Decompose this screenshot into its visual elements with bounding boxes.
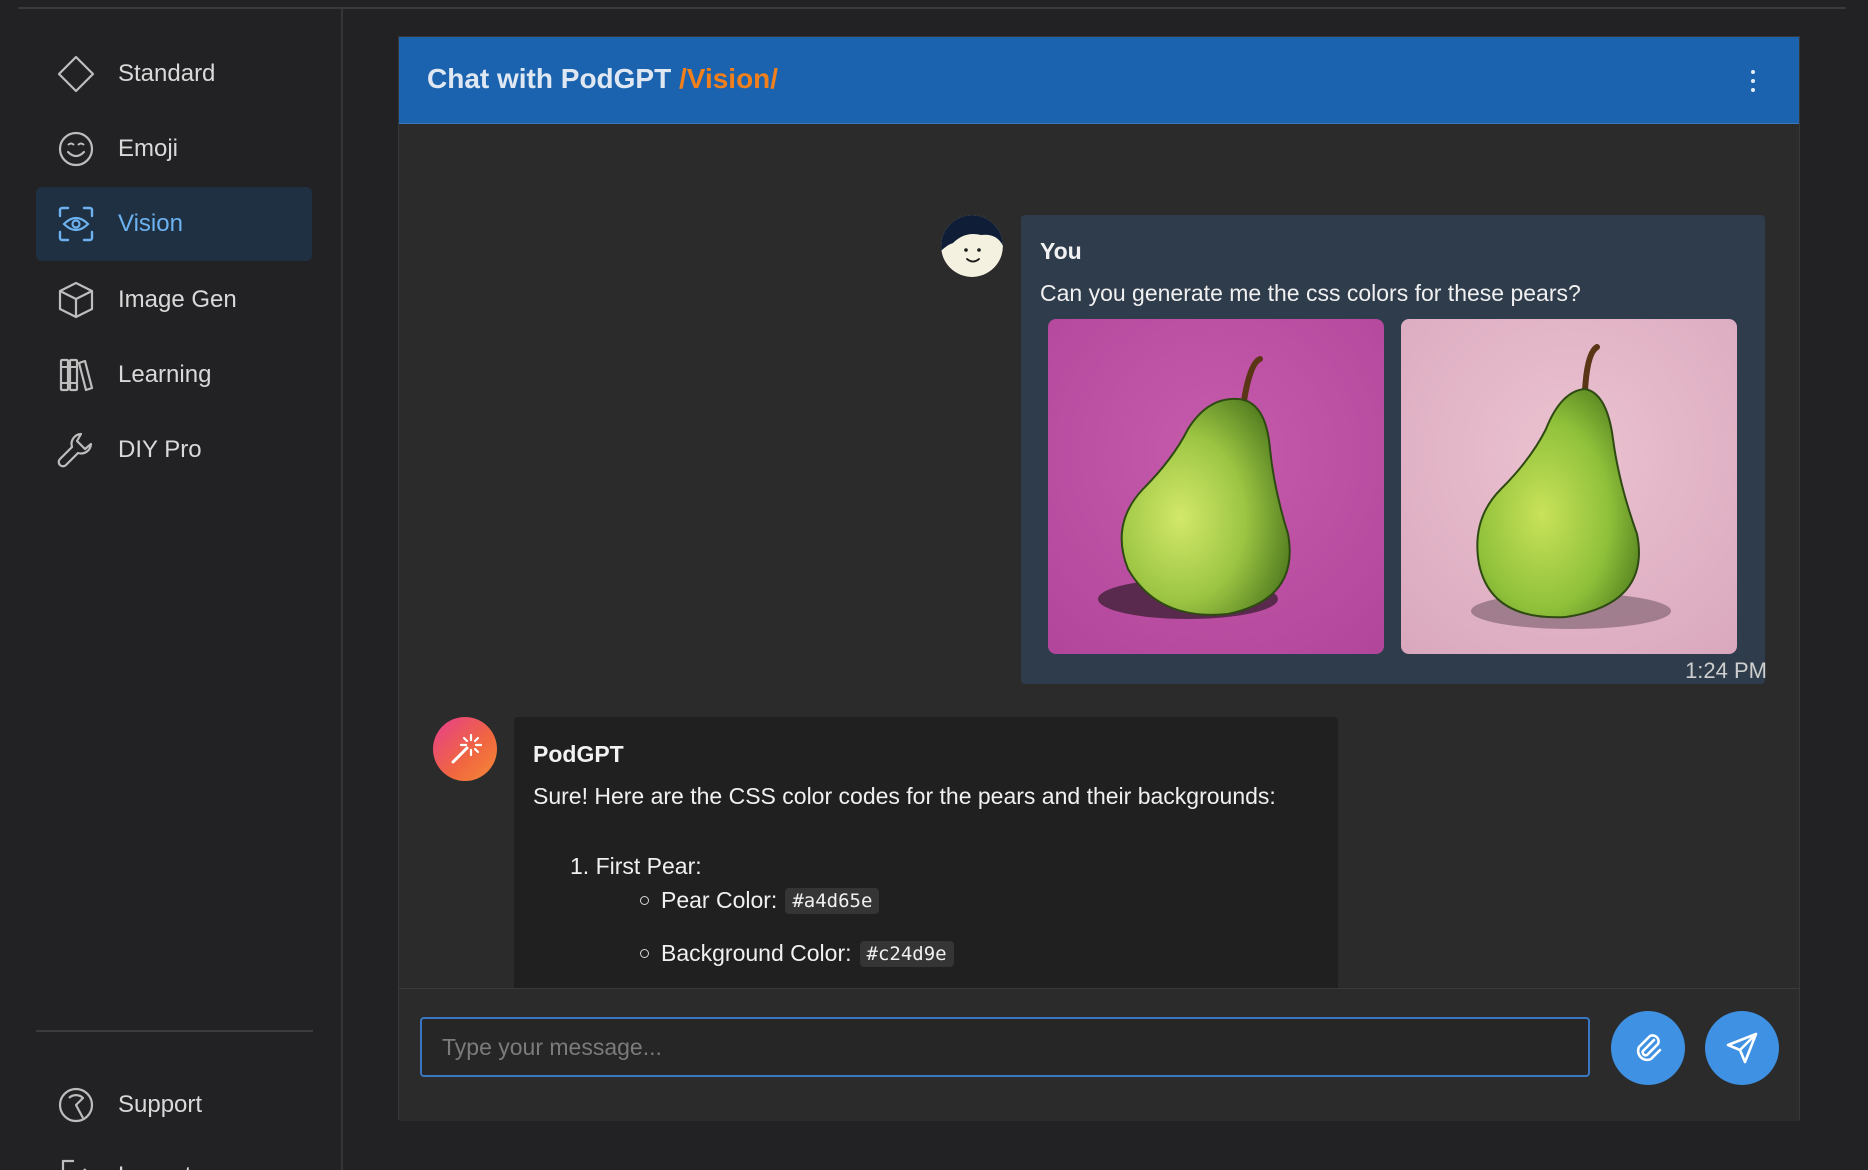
sidebar-item-label: Learning (118, 361, 212, 388)
chat-header: Chat with PodGPT /Vision/ (399, 37, 1799, 124)
color-code: #c24d9e (859, 940, 954, 967)
sidebar-item-label: Support (118, 1091, 203, 1118)
user-message-bubble: You Can you generate me the css colors f… (1021, 215, 1765, 684)
list-title: First Pear: (595, 853, 702, 879)
pear-image-2[interactable] (1401, 319, 1737, 654)
sidebar-item-label: Logout (118, 1162, 191, 1170)
list-item: 1. First Pear: (570, 853, 702, 880)
list-subitem: Background Color: #c24d9e (640, 940, 954, 967)
pear-image-1[interactable] (1048, 319, 1384, 654)
eye-scan-icon (56, 204, 96, 244)
cube-icon (56, 280, 96, 320)
sidebar-item-label: Vision (118, 210, 183, 237)
sidebar-item-label: Standard (118, 60, 216, 87)
list-number: 1. (570, 853, 590, 879)
message-input[interactable] (420, 1017, 1590, 1077)
message-text: Sure! Here are the CSS color codes for t… (533, 783, 1276, 809)
sidebar-item-support[interactable]: Support (36, 1068, 312, 1142)
kebab-menu-icon[interactable] (1743, 63, 1763, 99)
sidebar-item-label: DIY Pro (118, 436, 202, 463)
message-list: You Can you generate me the css colors f… (399, 125, 1799, 988)
circle-bullet-icon (640, 896, 649, 905)
chat-title-prefix: Chat with PodGPT (427, 63, 672, 94)
sidebar-item-logout[interactable]: Logout (36, 1139, 312, 1170)
color-code: #a4d65e (785, 887, 880, 914)
smiley-icon (56, 129, 96, 169)
magic-wand-icon (451, 733, 483, 764)
podgpt-avatar (433, 717, 497, 781)
sidebar-item-vision[interactable]: Vision (36, 187, 312, 261)
paperclip-icon (1636, 1034, 1662, 1062)
bot-message-bubble: PodGPT Sure! Here are the CSS color code… (514, 717, 1338, 988)
list-subitem: Pear Color: #a4d65e (640, 887, 880, 914)
chat-title-mode: /Vision/ (679, 63, 779, 94)
wrench-icon (56, 430, 96, 470)
sidebar: Standard Emoji Vision Image Gen Learning (0, 9, 343, 1170)
send-icon (1726, 1032, 1758, 1064)
sidebar-item-learning[interactable]: Learning (36, 338, 312, 412)
sidebar-item-standard[interactable]: Standard (36, 37, 312, 111)
composer (399, 988, 1799, 1121)
send-button[interactable] (1705, 1011, 1779, 1085)
user-avatar (941, 215, 1003, 277)
message-timestamp: 1:24 PM (1685, 658, 1767, 683)
circle-bullet-icon (640, 949, 649, 958)
sidebar-item-diy-pro[interactable]: DIY Pro (36, 413, 312, 487)
sidebar-item-label: Image Gen (118, 286, 237, 313)
message-text: Can you generate me the css colors for t… (1040, 280, 1581, 306)
chat-title: Chat with PodGPT /Vision/ (427, 63, 778, 95)
subitem-label: Background Color: (661, 940, 852, 966)
logout-icon (56, 1156, 96, 1170)
subitem-label: Pear Color: (661, 887, 778, 913)
sidebar-item-image-gen[interactable]: Image Gen (36, 263, 312, 337)
diamond-icon (56, 54, 96, 94)
books-icon (56, 355, 96, 395)
sidebar-divider (36, 1030, 313, 1032)
attach-button[interactable] (1611, 1011, 1685, 1085)
chat-panel: Chat with PodGPT /Vision/ You Can you ge… (398, 36, 1800, 1121)
sidebar-item-label: Emoji (118, 135, 179, 162)
app-root: Standard Emoji Vision Image Gen Learning (0, 0, 1868, 1170)
message-sender: You (1040, 238, 1082, 264)
support-icon (56, 1085, 96, 1125)
message-sender: PodGPT (533, 741, 624, 767)
sidebar-item-emoji[interactable]: Emoji (36, 112, 312, 186)
